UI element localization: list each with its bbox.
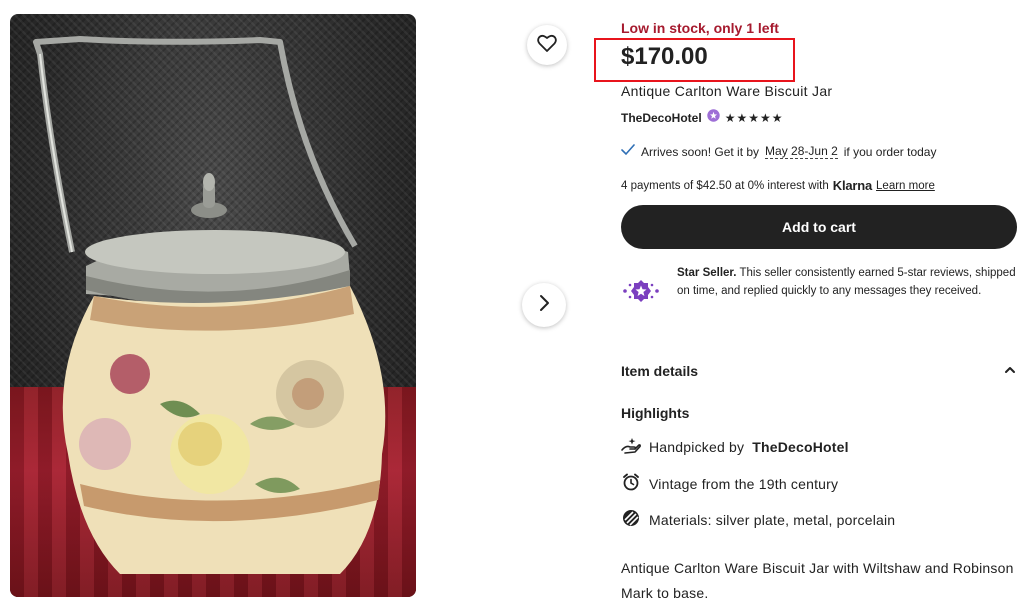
favorite-button[interactable]: [527, 25, 567, 65]
stock-alert: Low in stock, only 1 left: [621, 20, 779, 36]
item-description: Antique Carlton Ware Biscuit Jar with Wi…: [621, 560, 1014, 601]
materials-icon: [621, 508, 641, 531]
handpicked-shop-link[interactable]: TheDecoHotel: [752, 439, 849, 455]
heart-icon: [537, 34, 557, 57]
next-image-button[interactable]: [522, 283, 566, 327]
star-seller-badge-icon: [706, 109, 720, 127]
highlights-heading: Highlights: [621, 405, 690, 421]
chevron-right-icon: [537, 294, 551, 317]
shop-row: TheDecoHotel ★★★★★: [621, 109, 783, 127]
handpicked-prefix: Handpicked by: [649, 438, 745, 455]
listing-title: Antique Carlton Ware Biscuit Jar: [621, 83, 833, 99]
highlight-materials: Materials: silver plate, metal, porcelai…: [621, 508, 895, 531]
hand-icon: [621, 436, 641, 457]
biscuit-jar-photo: [33, 36, 386, 574]
product-photo[interactable]: [10, 14, 416, 597]
shop-name-link[interactable]: TheDecoHotel: [621, 111, 702, 125]
item-details-toggle[interactable]: Item details: [621, 362, 1017, 380]
klarna-payments: 4 payments of $42.50 at 0% interest with…: [621, 178, 935, 193]
highlight-handpicked: Handpicked by TheDecoHotel: [621, 436, 849, 457]
star-seller-icon: [621, 265, 665, 308]
chevron-up-icon: [1003, 362, 1017, 380]
price: $170.00: [621, 43, 708, 70]
shipping-prefix: Arrives soon! Get it by: [641, 144, 760, 159]
shipping-suffix: if you order today: [843, 144, 937, 159]
payments-text: 4 payments of $42.50 at 0% interest with: [621, 179, 829, 192]
star-seller-text: Star Seller. This seller consistently ea…: [677, 265, 1021, 308]
shipping-dates[interactable]: May 28-Jun 2: [765, 144, 838, 159]
add-to-cart-button[interactable]: Add to cart: [621, 205, 1017, 249]
klarna-logo: Klarna: [832, 178, 873, 193]
rating-stars[interactable]: ★★★★★: [725, 111, 784, 125]
alarm-clock-icon: [621, 472, 641, 495]
star-seller-info: Star Seller. This seller consistently ea…: [621, 265, 1021, 308]
learn-more-link[interactable]: Learn more: [876, 180, 935, 192]
highlight-vintage: Vintage from the 19th century: [621, 472, 838, 495]
shipping-estimate: Arrives soon! Get it by May 28-Jun 2 if …: [621, 144, 936, 159]
materials-text: Materials: silver plate, metal, porcelai…: [649, 511, 896, 528]
checkmark-icon: [621, 144, 635, 159]
star-seller-title: Star Seller.: [677, 267, 737, 279]
item-details-heading: Item details: [621, 363, 699, 379]
vintage-text: Vintage from the 19th century: [649, 475, 839, 492]
